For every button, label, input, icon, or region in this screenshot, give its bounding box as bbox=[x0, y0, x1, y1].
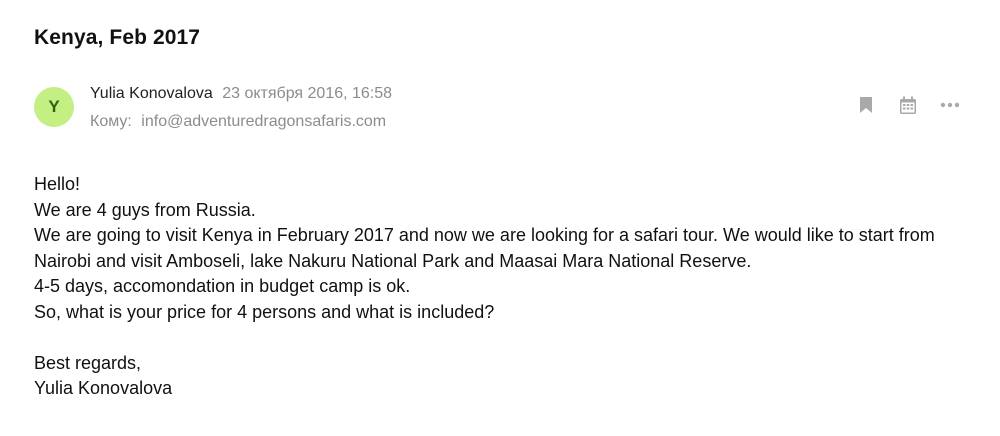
avatar-initial: Y bbox=[48, 97, 60, 116]
body-line: So, what is your price for 4 persons and… bbox=[34, 301, 495, 322]
body-line: 4-5 days, accomondation in budget camp i… bbox=[34, 276, 411, 296]
sender-avatar[interactable]: Y bbox=[34, 87, 74, 127]
email-view: Kenya, Feb 2017 Y Yulia Konovalova 23 ок… bbox=[0, 0, 1000, 436]
bookmark-button[interactable] bbox=[856, 95, 876, 115]
recipient-label: Кому: bbox=[90, 113, 132, 130]
sender-name[interactable]: Yulia Konovalova bbox=[90, 85, 213, 102]
sent-date: 23 октября 2016, 16:58 bbox=[222, 85, 393, 102]
email-body: Hello! We are 4 guys from Russia. We are… bbox=[34, 172, 974, 402]
more-icon bbox=[940, 102, 960, 108]
body-line: We are going to visit Kenya in February … bbox=[34, 225, 935, 271]
message-actions bbox=[856, 95, 960, 115]
body-closing: Best regards, bbox=[34, 352, 142, 373]
sender-line: Yulia Konovalova 23 октября 2016, 16:58 bbox=[90, 85, 392, 103]
body-greeting: Hello! bbox=[34, 174, 81, 194]
calendar-icon bbox=[900, 96, 916, 114]
body-signature: Yulia Konovalova bbox=[34, 378, 173, 398]
body-line: We are 4 guys from Russia. bbox=[34, 199, 256, 220]
recipient-line: Кому: info@adventuredragonsafaris.com bbox=[90, 113, 386, 131]
bookmark-icon bbox=[860, 97, 872, 113]
more-button[interactable] bbox=[940, 95, 960, 115]
recipient-address[interactable]: info@adventuredragonsafaris.com bbox=[141, 113, 386, 130]
calendar-button[interactable] bbox=[898, 95, 918, 115]
email-subject: Kenya, Feb 2017 bbox=[34, 26, 201, 49]
